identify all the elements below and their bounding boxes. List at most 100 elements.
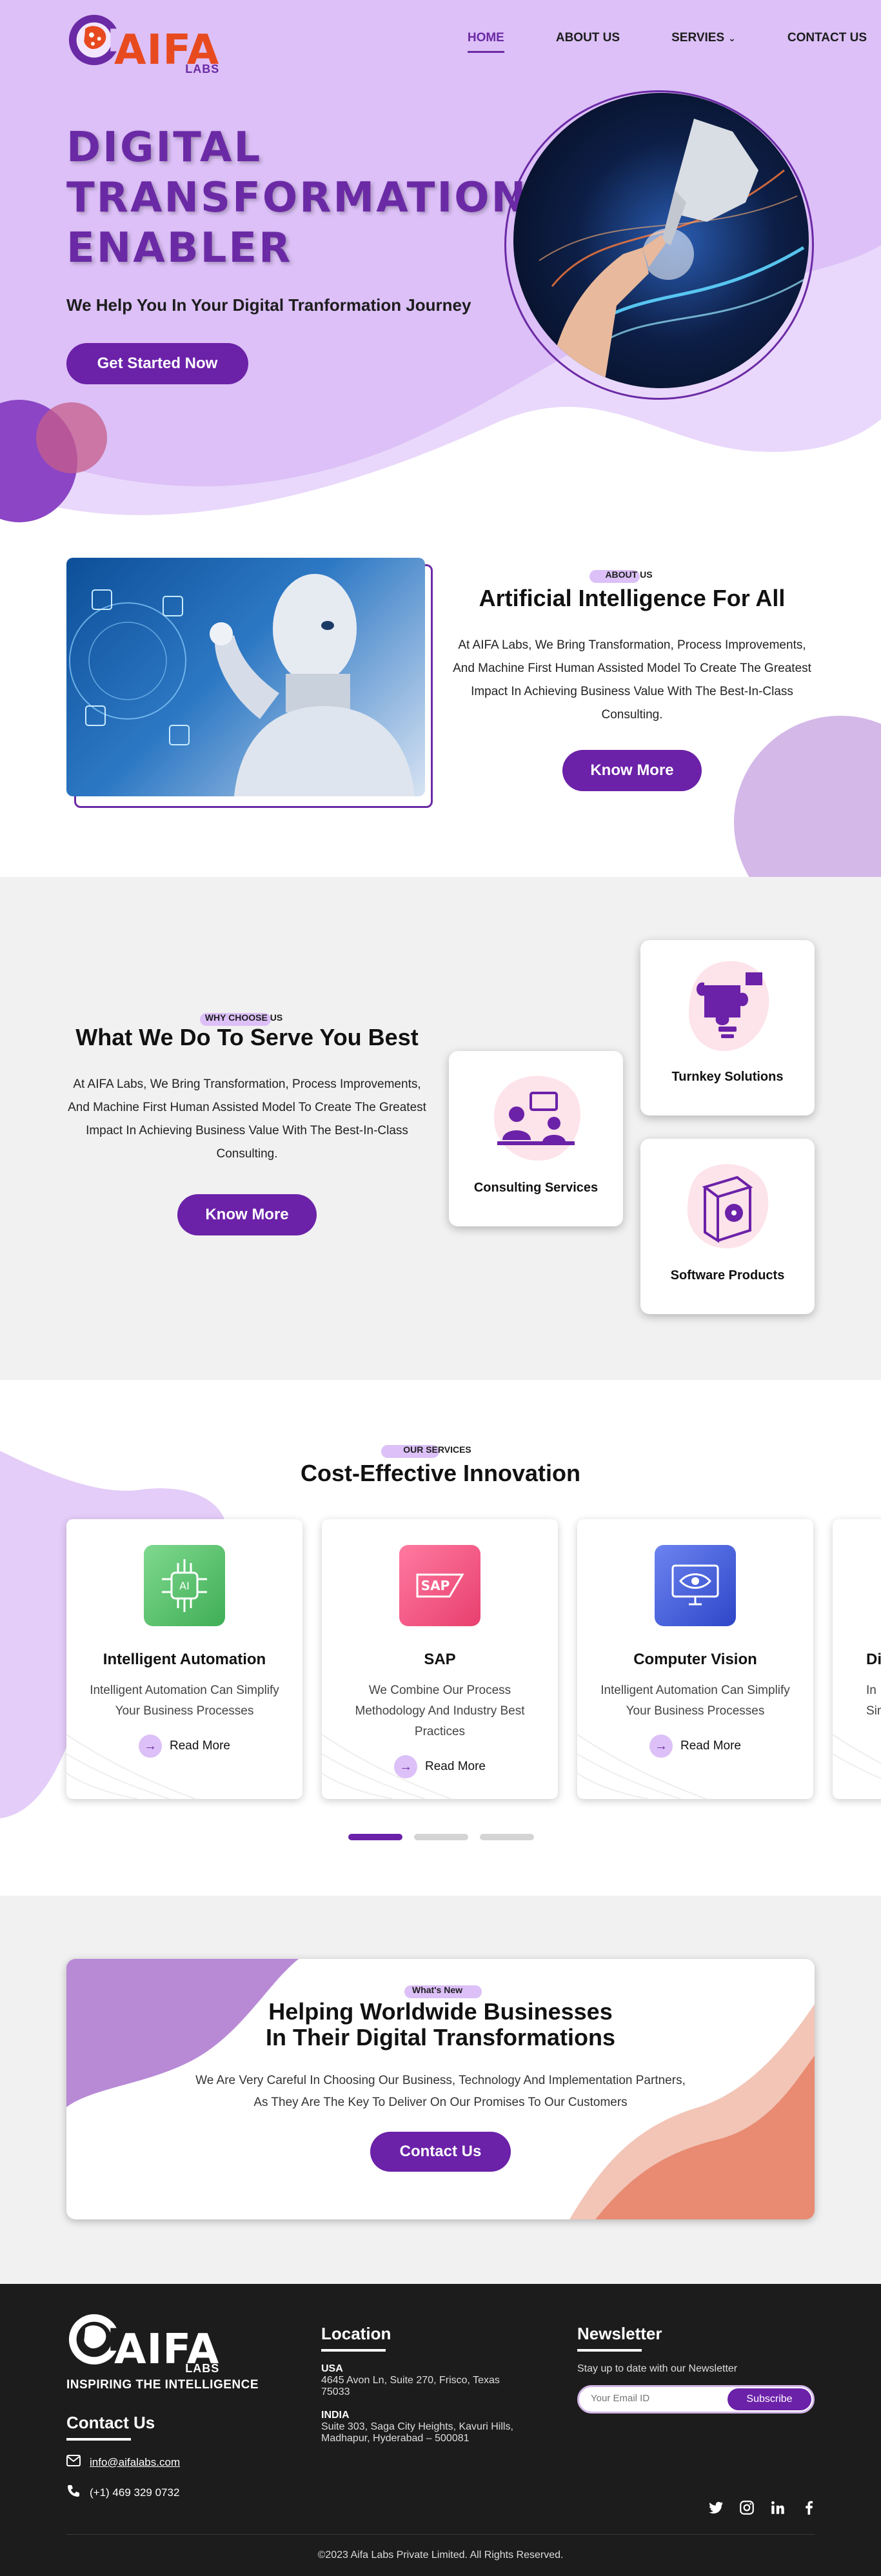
why-body: At AIFA Labs, We Bring Transformation, P…: [68, 1077, 426, 1161]
services-heading: OUR SERVICES Cost-Effective Innovation: [0, 1444, 881, 1509]
chevron-down-icon: ⌄: [728, 33, 736, 43]
svg-text:SAP: SAP: [421, 1578, 450, 1593]
footer-divider: [66, 2534, 815, 2535]
ai-chip-icon: AI: [144, 1545, 225, 1626]
svg-text:AI: AI: [179, 1580, 190, 1592]
service-title: Intelligent Automation: [103, 1651, 266, 1668]
newsletter-email-input[interactable]: [591, 2393, 720, 2404]
nav-about[interactable]: ABOUT US: [556, 31, 620, 49]
card-line-decoration: [66, 1734, 195, 1799]
whats-new-section: What's New Helping Worldwide Businesses …: [0, 1896, 881, 2284]
top-navigation: AIFA LABS HOME ABOUT US SERVIES ⌄ CONTACT…: [66, 14, 867, 75]
usa-label: USA: [321, 2363, 343, 2374]
instagram-icon[interactable]: [738, 2499, 755, 2516]
turnkey-solutions-card[interactable]: Turnkey Solutions: [640, 940, 815, 1116]
service-card-automation[interactable]: AI Intelligent Automation Intelligent Au…: [66, 1519, 302, 1799]
contact-us-button[interactable]: Contact Us: [370, 2132, 511, 2172]
whats-new-card: What's New Helping Worldwide Businesses …: [66, 1959, 815, 2219]
about-title: Artificial Intelligence For All: [479, 585, 786, 611]
about-know-more-button[interactable]: Know More: [562, 750, 702, 791]
why-know-more-button[interactable]: Know More: [177, 1194, 317, 1235]
contact-heading: Contact Us: [66, 2413, 180, 2441]
consulting-people-icon: [494, 1076, 580, 1161]
footer-email-row: info@aifalabs.com: [66, 2455, 180, 2470]
footer-tagline: INSPIRING THE INTELLIGENCE: [66, 2378, 259, 2392]
footer-phone-row: (+1) 469 329 0732: [66, 2484, 180, 2501]
services-carousel[interactable]: AI Intelligent Automation Intelligent Au…: [66, 1519, 881, 1800]
whats-new-tag: What's New: [404, 1985, 482, 1998]
hero-subtitle: We Help You In Your Digital Tranformatio…: [66, 295, 471, 315]
footer-logo[interactable]: AIFA LABS: [66, 2308, 219, 2375]
whats-new-body: We Are Very Careful In Choosing Our Busi…: [66, 2070, 815, 2114]
subscribe-button[interactable]: Subscribe: [728, 2388, 811, 2410]
services-section: OUR SERVICES Cost-Effective Innovation A…: [0, 1380, 881, 1896]
service-title: Computer Vision: [633, 1651, 757, 1668]
hero-title: DIGITAL TRANSFORMATION ENABLER: [66, 123, 531, 273]
footer-phone[interactable]: (+1) 469 329 0732: [90, 2486, 179, 2499]
software-products-card[interactable]: Software Products: [640, 1139, 815, 1314]
newsletter-form: Subscribe: [577, 2385, 815, 2414]
consulting-services-label: Consulting Services: [473, 1181, 599, 1195]
nav-contact[interactable]: CONTACT US: [787, 31, 867, 49]
phone-icon: [66, 2484, 81, 2501]
footer-email-link[interactable]: info@aifalabs.com: [90, 2456, 180, 2469]
service-card-computer-vision[interactable]: Computer Vision Intelligent Automation C…: [577, 1519, 813, 1799]
card-line-decoration: [577, 1734, 706, 1799]
logo-sub: LABS: [185, 63, 220, 75]
newsletter-heading: Newsletter: [577, 2324, 816, 2352]
newsletter-subtitle: Stay up to date with our Newsletter: [577, 2363, 738, 2374]
nav-services[interactable]: SERVIES ⌄: [671, 31, 736, 49]
carousel-dot[interactable]: [480, 1834, 534, 1840]
about-robot-image: [66, 558, 425, 796]
hero-title-line2: TRANSFORMATION: [66, 174, 528, 222]
footer-location: Location USA 4645 Avon Ln, Suite 270, Fr…: [321, 2324, 528, 2444]
service-card-partial[interactable]: Di In Simpl: [833, 1519, 881, 1799]
whats-new-title-line1: Helping Worldwide Businesses: [268, 1998, 613, 2025]
consulting-services-card[interactable]: Consulting Services: [449, 1051, 623, 1226]
carousel-dot[interactable]: [414, 1834, 468, 1840]
about-section: ABOUT US Artificial Intelligence For All…: [0, 542, 881, 877]
whats-new-content: What's New Helping Worldwide Businesses …: [66, 1985, 815, 2172]
brain-logo-icon: [68, 15, 117, 65]
puzzle-bulb-icon: [689, 961, 769, 1051]
india-address-block: INDIA Suite 303, Saga City Heights, Kavu…: [321, 2410, 528, 2444]
hero-title-line3: ENABLER: [66, 224, 293, 272]
about-tag: ABOUT US: [589, 569, 661, 583]
about-image-frame: [66, 558, 433, 808]
why-text-block: WHY CHOOSE US What We Do To Serve You Be…: [66, 1012, 428, 1235]
service-card-sap[interactable]: SAP SAP We Combine Our Process Methodolo…: [322, 1519, 558, 1799]
usa-address-block: USA 4645 Avon Ln, Suite 270, Frisco, Tex…: [321, 2363, 528, 2398]
services-title: Cost-Effective Innovation: [300, 1460, 581, 1486]
sap-logo-icon: SAP: [399, 1545, 480, 1626]
software-products-label: Software Products: [670, 1268, 785, 1283]
card-line-decoration: [833, 1734, 881, 1780]
whats-new-body-line1: We Are Very Careful In Choosing Our Busi…: [195, 2074, 686, 2087]
india-address: Suite 303, Saga City Heights, Kavuri Hil…: [321, 2421, 513, 2444]
whats-new-body-line2: As They Are The Key To Deliver On Our Pr…: [253, 2096, 628, 2109]
hero-robot-hand-image: [513, 93, 809, 388]
about-body: At AIFA Labs, We Bring Transformation, P…: [453, 638, 811, 722]
facebook-icon[interactable]: [800, 2499, 817, 2516]
whats-new-title-line2: In Their Digital Transformations: [265, 2024, 616, 2050]
services-tag: OUR SERVICES: [381, 1444, 480, 1458]
get-started-button[interactable]: Get Started Now: [66, 343, 248, 384]
software-box-icon: [687, 1164, 769, 1248]
brain-logo-icon: [68, 2314, 117, 2365]
location-heading: Location: [321, 2324, 528, 2352]
carousel-pagination: [348, 1834, 534, 1840]
site-footer: AIFA LABS INSPIRING THE INTELLIGENCE Con…: [0, 2284, 881, 2576]
mail-icon: [66, 2455, 81, 2470]
service-title: SAP: [424, 1651, 456, 1668]
why-choose-section: WHY CHOOSE US What We Do To Serve You Be…: [0, 877, 881, 1380]
twitter-icon[interactable]: [708, 2499, 724, 2516]
nav-home[interactable]: HOME: [467, 31, 504, 53]
whats-new-title: Helping Worldwide Businesses In Their Di…: [66, 1999, 815, 2050]
carousel-dot[interactable]: [348, 1834, 402, 1840]
india-label: INDIA: [321, 2410, 350, 2421]
why-title: What We Do To Serve You Best: [75, 1024, 419, 1050]
why-tag: WHY CHOOSE US: [199, 1012, 292, 1026]
brand-logo[interactable]: AIFA LABS: [66, 9, 219, 75]
footer-logo-sub: LABS: [185, 2362, 220, 2375]
linkedin-icon[interactable]: [769, 2499, 786, 2516]
hero-title-line1: DIGITAL: [66, 124, 262, 172]
